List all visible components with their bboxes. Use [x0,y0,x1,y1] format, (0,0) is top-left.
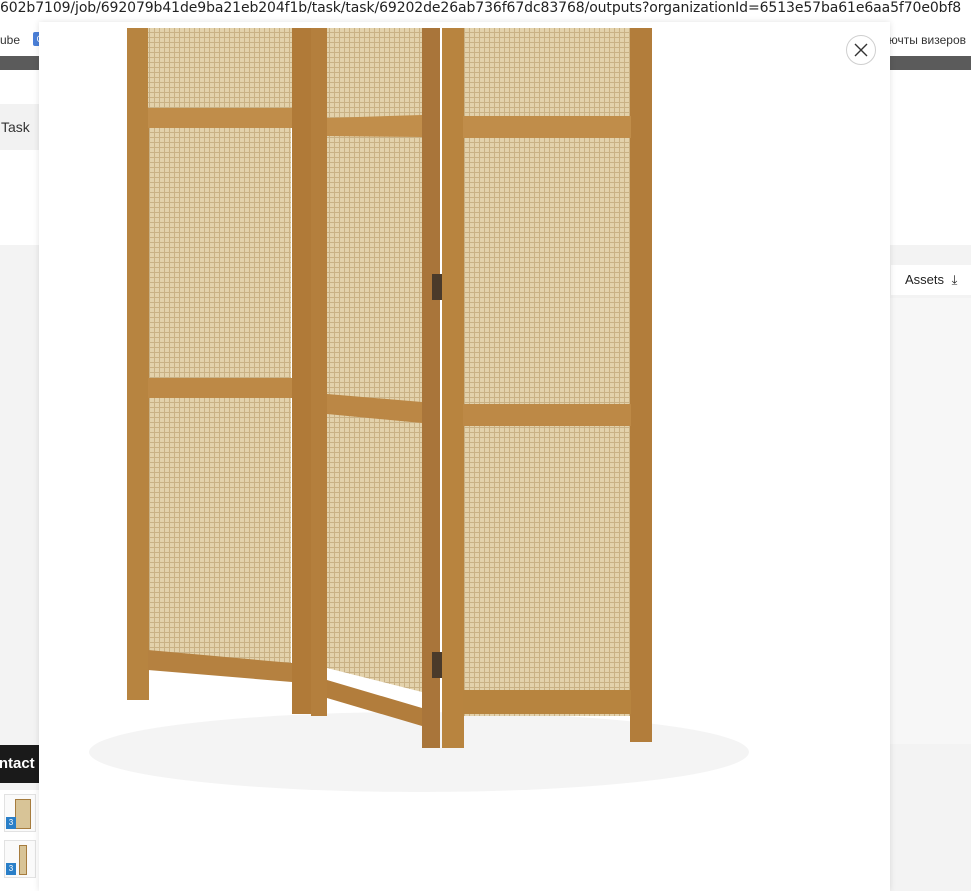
thumbnail-item[interactable]: 3 [4,840,36,878]
thumbnail-list: 3 3 [0,790,40,891]
assets-button[interactable]: Assets ⤓ [891,265,971,295]
divider-panel-right [442,28,652,748]
assets-label: Assets [905,272,945,287]
bookmark-youtube[interactable]: ube [0,33,20,47]
room-divider-image [89,28,749,792]
3d-badge: 3 [6,863,16,875]
divider-side-thumbnail-icon [19,845,27,875]
image-preview-modal [39,22,890,891]
bookmark-visa[interactable]: ючты визеров [889,33,966,47]
url-text: 602b7109/job/692079b41de9ba21eb204f1b/ta… [0,0,962,16]
address-bar[interactable]: 602b7109/job/692079b41de9ba21eb204f1b/ta… [0,0,971,20]
divider-thumbnail-icon [15,799,31,829]
assets-panel [889,298,971,744]
close-icon [854,43,868,57]
3d-badge: 3 [6,817,16,829]
thumbnail-item[interactable]: 3 [4,794,36,832]
tab-task[interactable]: Task [0,104,41,150]
divider-panel-left [127,28,312,714]
download-icon: ⤓ [951,272,958,287]
close-button[interactable] [846,35,876,65]
divider-panel-middle [311,28,440,748]
